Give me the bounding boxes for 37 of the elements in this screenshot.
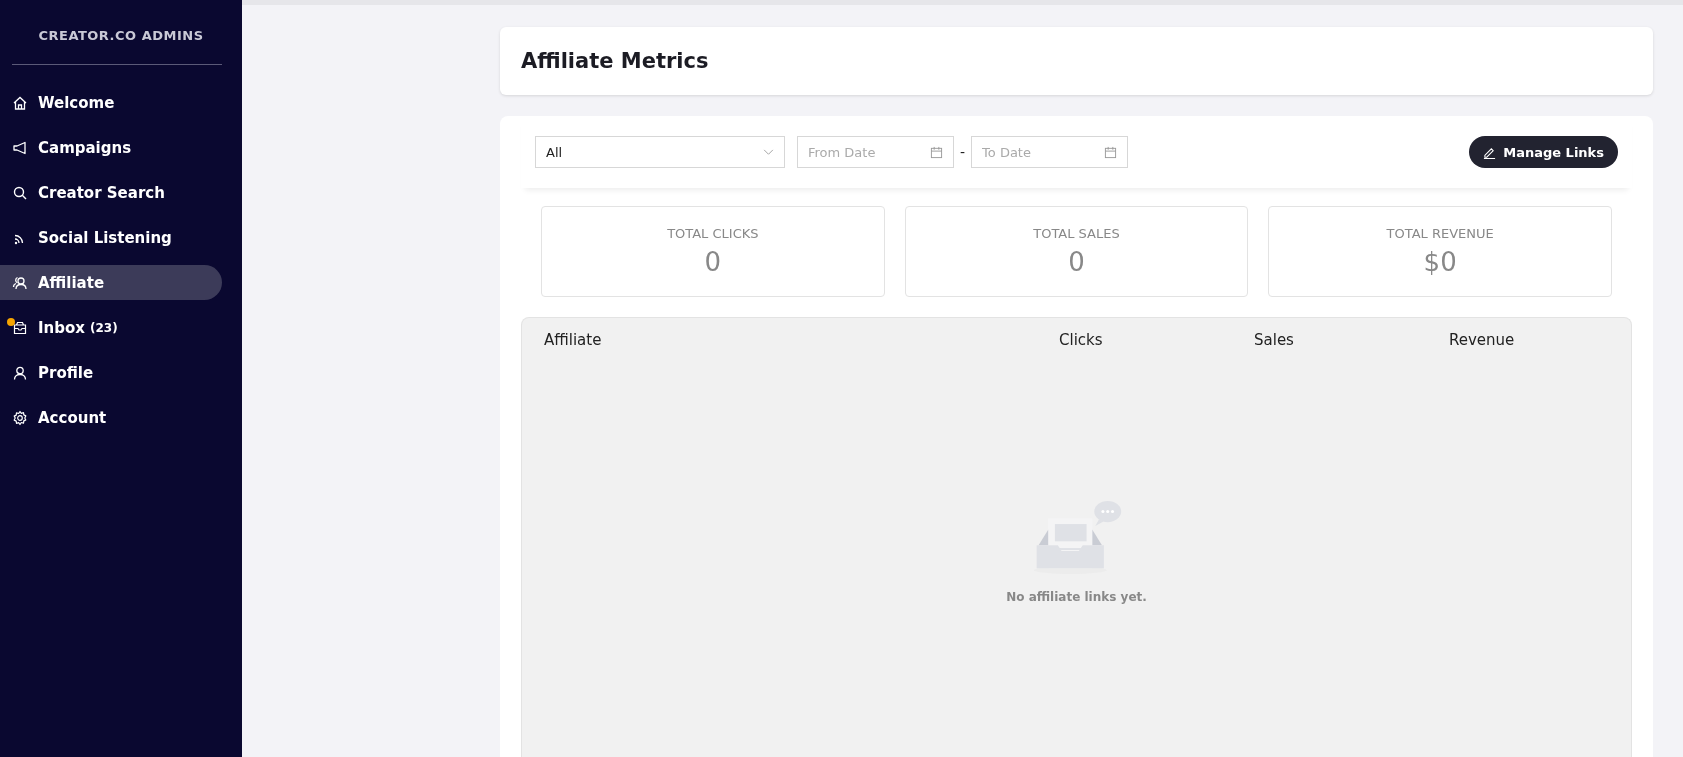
column-header: Sales	[1254, 331, 1295, 349]
to-date-field[interactable]: To Date	[971, 136, 1129, 168]
pencil-icon	[1483, 145, 1497, 159]
people-icon	[12, 274, 28, 291]
sidebar-item[interactable]: Welcome	[0, 85, 222, 120]
stat-label: TOTAL SALES	[1033, 226, 1120, 241]
stat-label: TOTAL REVENUE	[1386, 226, 1494, 241]
search-icon	[12, 184, 28, 201]
stat-value: 0	[1068, 247, 1085, 277]
empty-state-message: No affiliate links yet.	[1006, 590, 1147, 604]
column-header: Clicks	[1059, 331, 1104, 349]
stat-value: 0	[704, 247, 722, 277]
sidebar-item[interactable]: Social Listening	[0, 220, 222, 255]
sidebar-item[interactable]: Creator Search	[0, 175, 222, 210]
sidebar-item[interactable]: Profile	[0, 355, 222, 390]
settings-icon	[12, 409, 28, 426]
page-title: Affiliate Metrics	[521, 49, 709, 73]
affiliate-select[interactable]: All	[535, 136, 785, 168]
inbox-tray-icon	[12, 319, 28, 336]
calendar-icon	[930, 146, 943, 159]
stat-value: $0	[1423, 247, 1457, 277]
column-header: Affiliate	[544, 331, 603, 349]
sidebar-title: CREATOR.CO ADMINS	[37, 27, 205, 45]
manage-links-button[interactable]: Manage Links	[1469, 136, 1618, 168]
person-icon	[12, 364, 28, 381]
from-date-field[interactable]: From Date	[797, 136, 954, 168]
sidebar-item[interactable]: Inbox (23)	[0, 310, 222, 345]
house-icon	[12, 94, 28, 111]
sidebar-item[interactable]: Affiliate	[0, 265, 222, 300]
megaphone-icon	[12, 139, 28, 156]
chevron-down-icon	[763, 148, 774, 156]
column-header: Revenue	[1449, 331, 1516, 349]
sidebar-item[interactable]: Campaigns	[0, 130, 222, 165]
date-separator: -	[960, 144, 966, 160]
sidebar-item[interactable]: Account	[0, 400, 222, 435]
stat-label: TOTAL CLICKS	[667, 226, 759, 241]
calendar-icon	[1104, 146, 1118, 159]
